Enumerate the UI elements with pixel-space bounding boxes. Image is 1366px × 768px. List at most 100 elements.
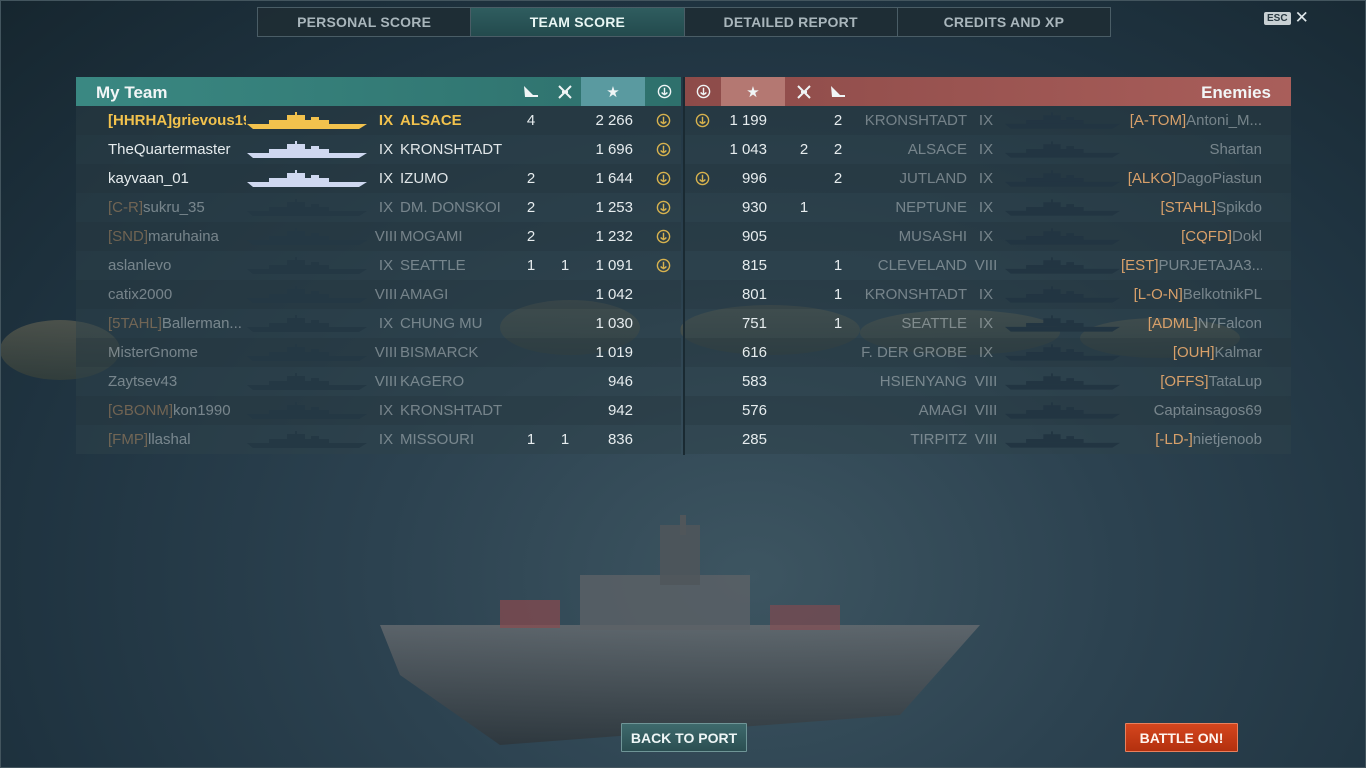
planes-destroyed-value — [789, 280, 819, 309]
player-name: Spikdo — [1216, 199, 1262, 216]
player-name-cell: [A-TOM]Antoni_M... — [1121, 106, 1262, 135]
battle-on-button[interactable]: BATTLE ON! — [1125, 723, 1238, 752]
enemy-player-row[interactable]: 930 1 NEPTUNE IX [STAHL]Spikdo — [685, 193, 1291, 222]
clan-tag: [FMP] — [108, 431, 148, 448]
score-value: 942 — [607, 402, 633, 419]
score-value: 1 199 — [729, 112, 767, 129]
planes-destroyed-value — [789, 425, 819, 454]
ship-silhouette-icon — [247, 402, 367, 419]
ship-sunk-icon — [831, 85, 845, 97]
planes-destroyed-value: 1 — [799, 199, 809, 216]
planes-destroyed-value — [789, 367, 819, 396]
ships-destroyed-value: 4 — [526, 112, 536, 129]
score-column-sorted[interactable]: ★ — [721, 77, 785, 106]
tab-personal-score[interactable]: PERSONAL SCORE — [258, 8, 472, 36]
score-value: 1 042 — [595, 286, 633, 303]
enemy-player-row[interactable]: 996 2 JUTLAND IX [ALKO]DagoPiastun — [685, 164, 1291, 193]
clan-tag: [STAHL] — [1160, 199, 1217, 216]
medal-column[interactable] — [688, 77, 718, 106]
enemy-player-row[interactable]: 751 1 SEATTLE IX [ADML]N7Falcon — [685, 309, 1291, 338]
score-value: 1 644 — [595, 170, 633, 187]
player-row[interactable]: [FMP]llashal IX MISSOURI 1 1 836 — [76, 425, 681, 454]
score-column-sorted[interactable]: ★ — [581, 77, 645, 106]
medal-column[interactable] — [649, 77, 679, 106]
enemy-player-row[interactable]: 616 F. DER GROBE IX [OUH]Kalmar — [685, 338, 1291, 367]
ship-sunk-icon — [524, 85, 538, 97]
player-name: Kalmar — [1214, 344, 1262, 361]
player-name-cell: [STAHL]Spikdo — [1121, 193, 1262, 222]
ships-destroyed-value — [516, 367, 546, 396]
player-name: TheQuartermaster — [108, 141, 231, 158]
player-row[interactable]: [C-R]sukru_35 IX DM. DONSKOI 2 1 253 — [76, 193, 681, 222]
score-value: 1 253 — [595, 199, 633, 216]
player-row[interactable]: [5TAHL]Ballerman... IX CHUNG MU 1 030 — [76, 309, 681, 338]
score-value: 801 — [741, 286, 767, 303]
clan-tag: [OUH] — [1172, 344, 1215, 361]
enemy-player-row[interactable]: 576 AMAGI VIII Captainsagos69 — [685, 396, 1291, 425]
enemy-player-row[interactable]: 905 MUSASHI IX [CQFD]Dokl — [685, 222, 1291, 251]
ship-tier: IX — [978, 170, 994, 187]
planes-destroyed-column[interactable] — [789, 77, 819, 106]
player-row[interactable]: aslanlevo IX SEATTLE 1 1 1 091 — [76, 251, 681, 280]
tab-detailed-report[interactable]: DETAILED REPORT — [685, 8, 898, 36]
ships-destroyed-value: 1 — [526, 257, 536, 274]
player-row[interactable]: MisterGnome VIII BISMARCK 1 019 — [76, 338, 681, 367]
ship-tier: IX — [978, 112, 994, 129]
enemy-player-row[interactable]: 1 043 2 2 ALSACE IX Shartan — [685, 135, 1291, 164]
player-row[interactable]: [SND]maruhaina VIII MOGAMI 2 1 232 — [76, 222, 681, 251]
player-name-cell: [EST]PURJETAJA3... — [1121, 251, 1262, 280]
ships-destroyed-column[interactable] — [823, 77, 853, 106]
enemy-player-row[interactable]: 815 1 CLEVELAND VIII [EST]PURJETAJA3... — [685, 251, 1291, 280]
ship-tier: VIII — [374, 373, 398, 390]
score-value: 836 — [607, 431, 633, 448]
back-to-port-button[interactable]: BACK TO PORT — [621, 723, 747, 752]
ship-tier: IX — [378, 315, 394, 332]
score-value: 285 — [741, 431, 767, 448]
score-value: 930 — [741, 199, 767, 216]
close-button[interactable]: ESC ✕ — [1264, 9, 1309, 26]
player-row[interactable]: [HHRHA]grievous19... IX ALSACE 4 2 266 — [76, 106, 681, 135]
planes-destroyed-column[interactable] — [550, 77, 580, 106]
ships-destroyed-value — [516, 135, 546, 164]
ship-silhouette-icon — [1005, 373, 1120, 390]
player-name-cell: kayvaan_01 — [108, 164, 246, 193]
enemy-player-row[interactable]: 801 1 KRONSHTADT IX [L-O-N]BelkotnikPL — [685, 280, 1291, 309]
player-row[interactable]: [GBONM]kon1990 IX KRONSHTADT 942 — [76, 396, 681, 425]
ship-tier: IX — [378, 170, 394, 187]
ship-name: BISMARCK — [400, 344, 479, 361]
planes-destroyed-value — [789, 338, 819, 367]
clan-tag: [ADML] — [1147, 315, 1198, 332]
enemy-player-row[interactable]: 285 TIRPITZ VIII [-LD-]nietjenoob — [685, 425, 1291, 454]
ship-silhouette-icon — [1005, 402, 1120, 419]
ship-name: F. DER GROBE — [861, 344, 967, 361]
ship-tier: VIII — [374, 344, 398, 361]
enemy-player-row[interactable]: 583 HSIENYANG VIII [OFFS]TataLup — [685, 367, 1291, 396]
tab-credits-and-xp[interactable]: CREDITS AND XP — [898, 8, 1110, 36]
ship-tier: VIII — [374, 228, 398, 245]
player-name: Zaytsev43 — [108, 373, 178, 390]
score-value: 616 — [741, 344, 767, 361]
player-row[interactable]: kayvaan_01 IX IZUMO 2 1 644 — [76, 164, 681, 193]
player-row[interactable]: catix2000 VIII AMAGI 1 042 — [76, 280, 681, 309]
player-row[interactable]: Zaytsev43 VIII KAGERO 946 — [76, 367, 681, 396]
medal-icon — [656, 171, 671, 186]
ship-name: KRONSHTADT — [864, 286, 967, 303]
tab-bar: PERSONAL SCORE TEAM SCORE DETAILED REPOR… — [257, 7, 1111, 37]
ship-tier: IX — [978, 315, 994, 332]
enemy-player-row[interactable]: 1 199 2 KRONSHTADT IX [A-TOM]Antoni_M... — [685, 106, 1291, 135]
ship-tier: IX — [378, 257, 394, 274]
planes-destroyed-value — [789, 106, 819, 135]
ships-destroyed-column[interactable] — [516, 77, 546, 106]
ship-tier: IX — [378, 431, 394, 448]
player-name: MisterGnome — [108, 344, 199, 361]
player-row[interactable]: TheQuartermaster IX KRONSHTADT 1 696 — [76, 135, 681, 164]
player-name-cell: [HHRHA]grievous19... — [108, 106, 246, 135]
tab-team-score[interactable]: TEAM SCORE — [471, 8, 685, 36]
medal-icon — [656, 229, 671, 244]
player-name-cell: [CQFD]Dokl — [1121, 222, 1262, 251]
ship-name: TIRPITZ — [910, 431, 967, 448]
clan-tag: [SND] — [108, 228, 149, 245]
ship-silhouette-icon — [247, 141, 367, 158]
player-name: N7Falcon — [1197, 315, 1262, 332]
player-name-cell: Shartan — [1121, 135, 1262, 164]
